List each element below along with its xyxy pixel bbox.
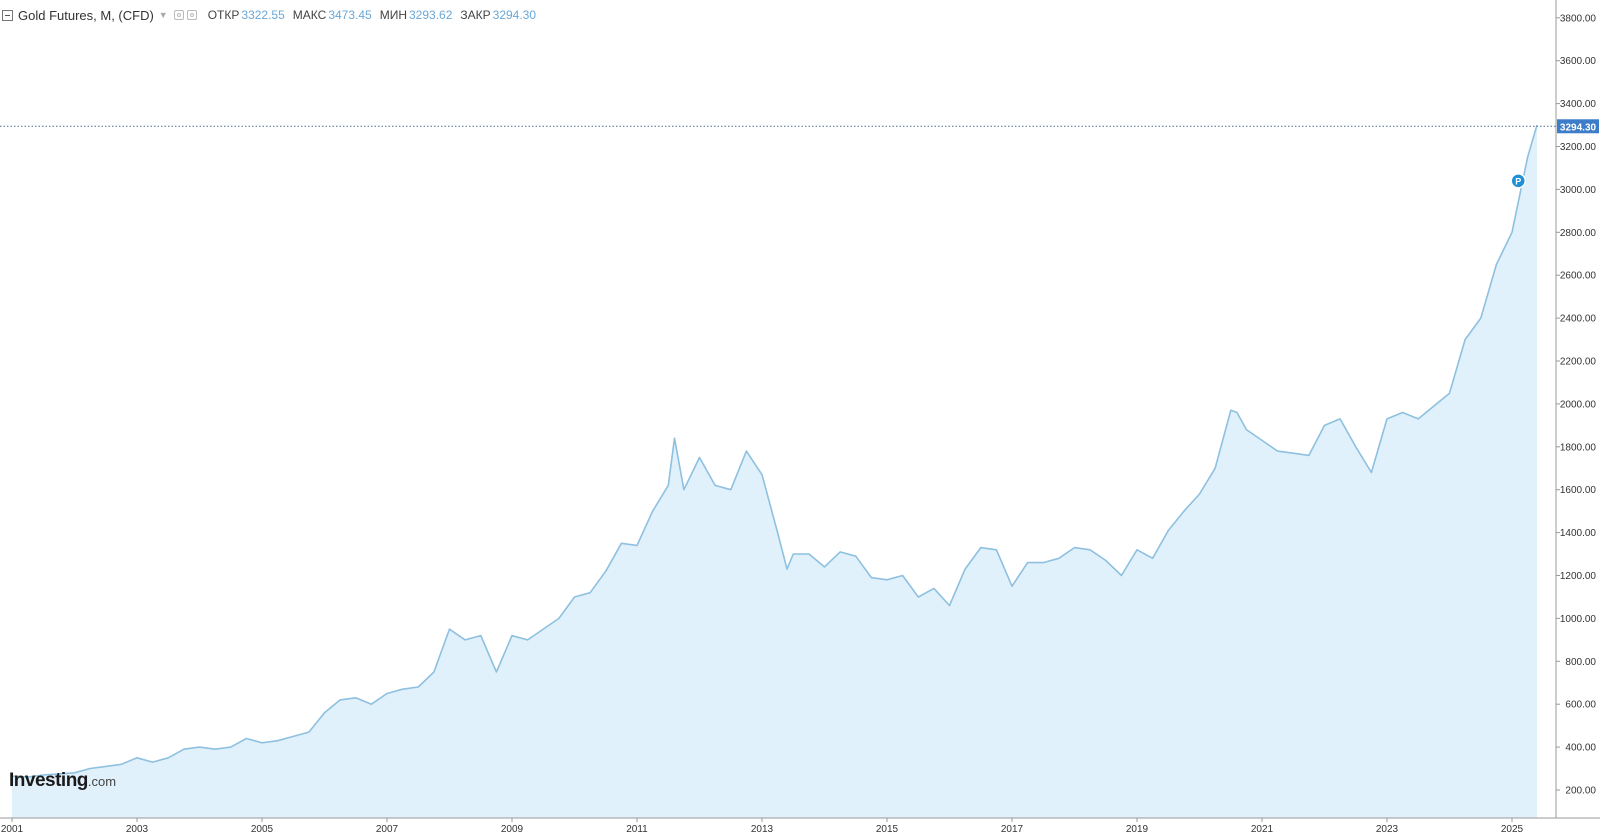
y-tick-label: 2600.00 <box>1560 271 1597 282</box>
x-tick-label: 2001 <box>1 824 24 835</box>
high-value: 3473.45 <box>328 8 372 22</box>
chart-area: 2001 2003 2005 2007 2009 2011 2013 2015 2017 2019… <box>0 0 1600 835</box>
y-tick-label: 400.00 <box>1565 743 1596 754</box>
chart-legend-header: Gold Futures, M, (CFD) ▼ ОТКР 3322.55 МА… <box>2 6 536 24</box>
eye-icon[interactable] <box>173 10 184 20</box>
chevron-down-icon[interactable]: ▼ <box>159 10 168 20</box>
x-tick-label: 2019 <box>1126 824 1149 835</box>
y-tick-label: 1000.00 <box>1560 614 1597 625</box>
x-tick-label: 2009 <box>501 824 524 835</box>
plot-layer <box>11 124 1538 819</box>
last-price-tag-label: 3294.30 <box>1560 122 1597 133</box>
y-tick-label: 2800.00 <box>1560 228 1597 239</box>
y-tick-label: 3000.00 <box>1560 185 1597 196</box>
x-tick-label: 2021 <box>1251 824 1274 835</box>
y-tick-label: 2200.00 <box>1560 357 1597 368</box>
x-tick-label: 2003 <box>126 824 149 835</box>
high-label: МАКС <box>292 8 327 22</box>
y-tick-label: 600.00 <box>1565 700 1596 711</box>
x-tick-label: 2007 <box>376 824 399 835</box>
logo-brand: Investing <box>9 770 88 791</box>
close-label: ЗАКР <box>460 8 491 22</box>
open-label: ОТКР <box>207 8 240 22</box>
investing-logo: Investing.com <box>9 770 116 792</box>
y-tick-label: 2000.00 <box>1560 399 1597 410</box>
collapse-toggle-icon[interactable] <box>2 9 13 21</box>
event-marker-label: P <box>1515 176 1521 186</box>
price-area-fill <box>12 125 1537 819</box>
y-tick-label: 800.00 <box>1565 657 1596 668</box>
y-tick-label: 3600.00 <box>1560 56 1597 67</box>
y-tick-label: 3800.00 <box>1560 13 1597 24</box>
x-tick-label: 2011 <box>626 824 648 835</box>
close-value: 3294.30 <box>492 8 537 22</box>
y-tick-label: 1600.00 <box>1560 485 1597 496</box>
settings-icon[interactable] <box>186 10 197 20</box>
x-tick-label: 2017 <box>1001 824 1024 835</box>
y-tick-label: 3200.00 <box>1560 142 1597 153</box>
price-chart: 2001 2003 2005 2007 2009 2011 2013 2015 2017 2019… <box>0 0 1600 835</box>
x-axis-ticks: 2001 2003 2005 2007 2009 2011 2013 2015 2017 2019… <box>1 818 1524 835</box>
y-tick-label: 1800.00 <box>1560 442 1597 453</box>
symbol-title[interactable]: Gold Futures, M, (CFD) <box>18 8 154 23</box>
x-tick-label: 2025 <box>1501 824 1524 835</box>
logo-suffix: .com <box>87 774 117 789</box>
y-tick-label: 1400.00 <box>1560 528 1597 539</box>
x-tick-label: 2005 <box>251 824 274 835</box>
low-value: 3293.62 <box>409 8 453 22</box>
y-tick-label: 1200.00 <box>1560 571 1597 582</box>
x-tick-label: 2015 <box>876 824 899 835</box>
y-tick-label: 3400.00 <box>1560 99 1597 110</box>
x-tick-label: 2013 <box>751 824 774 835</box>
overlay-layer: 3294.30 P <box>0 119 1599 189</box>
low-label: МИН <box>379 8 407 22</box>
y-tick-label: 2400.00 <box>1560 314 1597 325</box>
y-tick-label: 200.00 <box>1565 786 1596 797</box>
open-value: 3322.55 <box>241 8 285 22</box>
x-tick-label: 2023 <box>1376 824 1399 835</box>
